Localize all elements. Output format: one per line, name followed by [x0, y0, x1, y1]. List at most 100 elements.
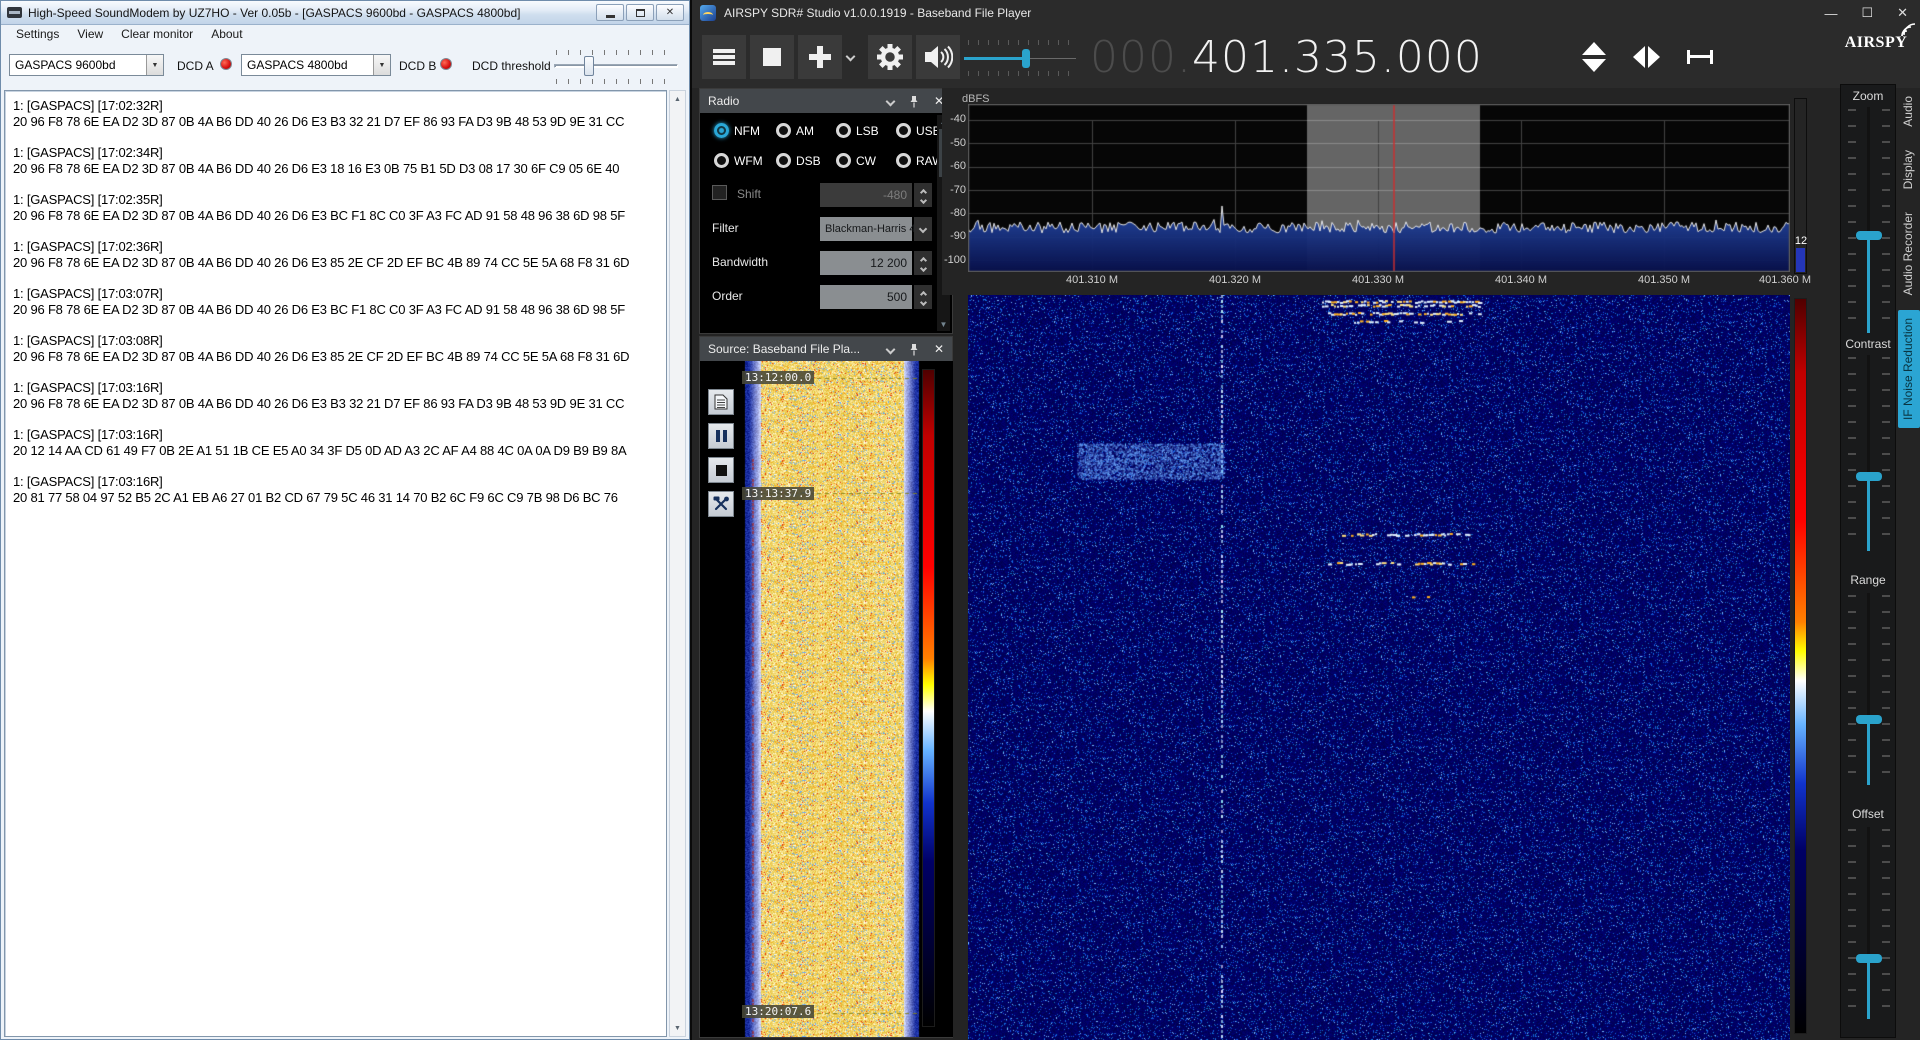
waterfall-display[interactable] — [968, 295, 1790, 1040]
mode-usb[interactable]: USB — [896, 123, 941, 138]
scroll-up-icon[interactable]: ▲ — [670, 91, 685, 107]
pause-icon — [715, 430, 727, 442]
mode-nfm[interactable]: NFM — [714, 123, 760, 138]
spectrum-canvas[interactable] — [968, 104, 1790, 272]
tab-if-noise-reduction[interactable]: IF Noise Reduction — [1898, 310, 1920, 429]
order-spinner[interactable] — [914, 285, 932, 309]
center-to-band-button[interactable] — [1680, 40, 1720, 74]
sdr-close-button[interactable]: ✕ — [1897, 5, 1908, 21]
minimize-button[interactable] — [596, 4, 624, 21]
slider-track[interactable] — [1867, 355, 1870, 551]
volume-thumb[interactable] — [1022, 49, 1030, 68]
slider-thumb[interactable] — [1856, 954, 1882, 964]
scroll-down-icon[interactable]: ▼ — [940, 318, 948, 331]
file-player-waterfall[interactable] — [701, 361, 953, 1037]
add-plugin-button[interactable] — [798, 35, 842, 79]
filter-dropdown-button[interactable] — [914, 217, 932, 241]
range-slider[interactable] — [1841, 593, 1897, 785]
sidebar-tabstrip: Audio Display Audio Recorder IF Noise Re… — [1898, 88, 1920, 429]
modem-a-dropdown-arrow-icon[interactable]: ▼ — [146, 55, 163, 75]
zoom-slider[interactable] — [1841, 107, 1897, 333]
dcd-threshold-slider[interactable] — [554, 47, 678, 85]
tab-audio-recorder[interactable]: Audio Recorder — [1898, 204, 1920, 303]
player-stop-button[interactable] — [708, 457, 734, 483]
volume-track — [1026, 58, 1076, 59]
threshold-thumb[interactable] — [584, 56, 594, 76]
menu-clear-monitor[interactable]: Clear monitor — [112, 26, 202, 43]
modem-a-select[interactable]: GASPACS 9600bd ▼ — [9, 54, 164, 76]
pin-icon[interactable] — [909, 95, 919, 108]
packet-monitor[interactable]: 1: [GASPACS] [17:02:32R] 20 96 F8 78 6E E… — [4, 90, 667, 1037]
monitor-scrollbar[interactable]: ▲ ▼ — [669, 90, 686, 1037]
soundmodem-titlebar[interactable]: High-Speed SoundModem by UZ7HO - Ver 0.0… — [1, 1, 689, 25]
collapse-panel-icon[interactable] — [885, 344, 896, 354]
sdrsharp-window-title: AIRSPY SDR# Studio v1.0.0.1919 - Baseban… — [724, 6, 1032, 20]
shift-input[interactable]: -480 — [820, 183, 912, 207]
tab-display[interactable]: Display — [1898, 142, 1920, 197]
slider-ticks — [1848, 357, 1856, 549]
close-panel-icon[interactable]: ✕ — [934, 342, 944, 356]
soundmodem-app-icon — [7, 7, 22, 18]
config-button[interactable] — [708, 491, 734, 517]
modem-b-select[interactable]: GASPACS 4800bd ▼ — [241, 54, 391, 76]
packet-entry: 1: [GASPACS] [17:03:08R] 20 96 F8 78 6E E… — [13, 333, 630, 364]
threshold-track[interactable] — [554, 64, 678, 68]
close-button[interactable]: ✕ — [656, 4, 684, 21]
radio-icon — [836, 123, 851, 138]
shift-spinner[interactable] — [914, 183, 932, 207]
filter-select[interactable]: Blackman-Harris 4 — [820, 217, 915, 241]
mode-am[interactable]: AM — [776, 123, 814, 138]
threshold-ticks-bottom — [556, 79, 676, 84]
slider-track[interactable] — [1867, 107, 1870, 333]
slider-track[interactable] — [1867, 593, 1870, 785]
settings-button[interactable] — [868, 35, 912, 79]
bandwidth-input[interactable]: 12 200 — [820, 251, 912, 275]
radio-icon — [776, 123, 791, 138]
stop-button[interactable] — [750, 35, 794, 79]
step-down-icon[interactable] — [1582, 59, 1606, 72]
menu-view[interactable]: View — [68, 26, 112, 43]
sdrsharp-titlebar[interactable]: AIRSPY SDR# Studio v1.0.0.1919 - Baseban… — [692, 0, 1920, 26]
menu-button[interactable] — [702, 35, 746, 79]
maximize-button[interactable] — [626, 4, 654, 21]
shift-checkbox[interactable] — [712, 185, 727, 200]
source-panel-header[interactable]: Source: Baseband File Pla... ✕ — [700, 337, 952, 361]
audio-mute-button[interactable] — [916, 35, 960, 79]
bandwidth-spinner[interactable] — [914, 251, 932, 275]
airspy-logo: AIRSPY — [1836, 23, 1916, 52]
plugin-dropdown-button[interactable] — [845, 51, 856, 63]
contrast-slider[interactable] — [1841, 355, 1897, 551]
modem-b-dropdown-arrow-icon[interactable]: ▼ — [373, 55, 390, 75]
sdr-maximize-button[interactable]: ☐ — [1861, 5, 1873, 21]
slider-thumb[interactable] — [1856, 230, 1882, 240]
radio-panel-header[interactable]: Radio ✕ — [700, 89, 952, 113]
frequency-display[interactable]: 000. 401.335.000 — [1090, 26, 1483, 88]
mode-lsb[interactable]: LSB — [836, 123, 879, 138]
volume-slider[interactable] — [964, 40, 1082, 76]
mode-wfm[interactable]: WFM — [714, 153, 763, 168]
slider-thumb[interactable] — [1856, 714, 1882, 724]
frequency-shift-buttons[interactable] — [1624, 36, 1668, 78]
pin-icon[interactable] — [909, 343, 919, 356]
packet-entry: 1: [GASPACS] [17:02:35R] 20 96 F8 78 6E E… — [13, 192, 625, 223]
frequency-stepper[interactable] — [1572, 36, 1616, 78]
maximize-icon — [635, 8, 645, 17]
sdr-minimize-button[interactable]: — — [1824, 6, 1837, 21]
menu-settings[interactable]: Settings — [7, 26, 68, 43]
timestamp-bottom: 13:20:07.6 — [742, 1005, 815, 1018]
slider-thumb[interactable] — [1856, 471, 1882, 481]
scroll-down-icon[interactable]: ▼ — [670, 1020, 685, 1036]
order-input[interactable]: 500 — [820, 285, 912, 309]
mode-cw[interactable]: CW — [836, 153, 876, 168]
slider-track[interactable] — [1867, 827, 1870, 1019]
menu-about[interactable]: About — [202, 26, 251, 43]
mode-dsb[interactable]: DSB — [776, 153, 821, 168]
shift-left-icon[interactable] — [1632, 46, 1645, 68]
shift-right-icon[interactable] — [1647, 46, 1660, 68]
collapse-panel-icon[interactable] — [885, 96, 896, 106]
tab-audio[interactable]: Audio — [1898, 88, 1920, 135]
offset-slider[interactable] — [1841, 827, 1897, 1019]
pause-button[interactable] — [708, 423, 734, 449]
step-up-icon[interactable] — [1582, 42, 1606, 55]
file-open-button[interactable] — [708, 389, 734, 415]
